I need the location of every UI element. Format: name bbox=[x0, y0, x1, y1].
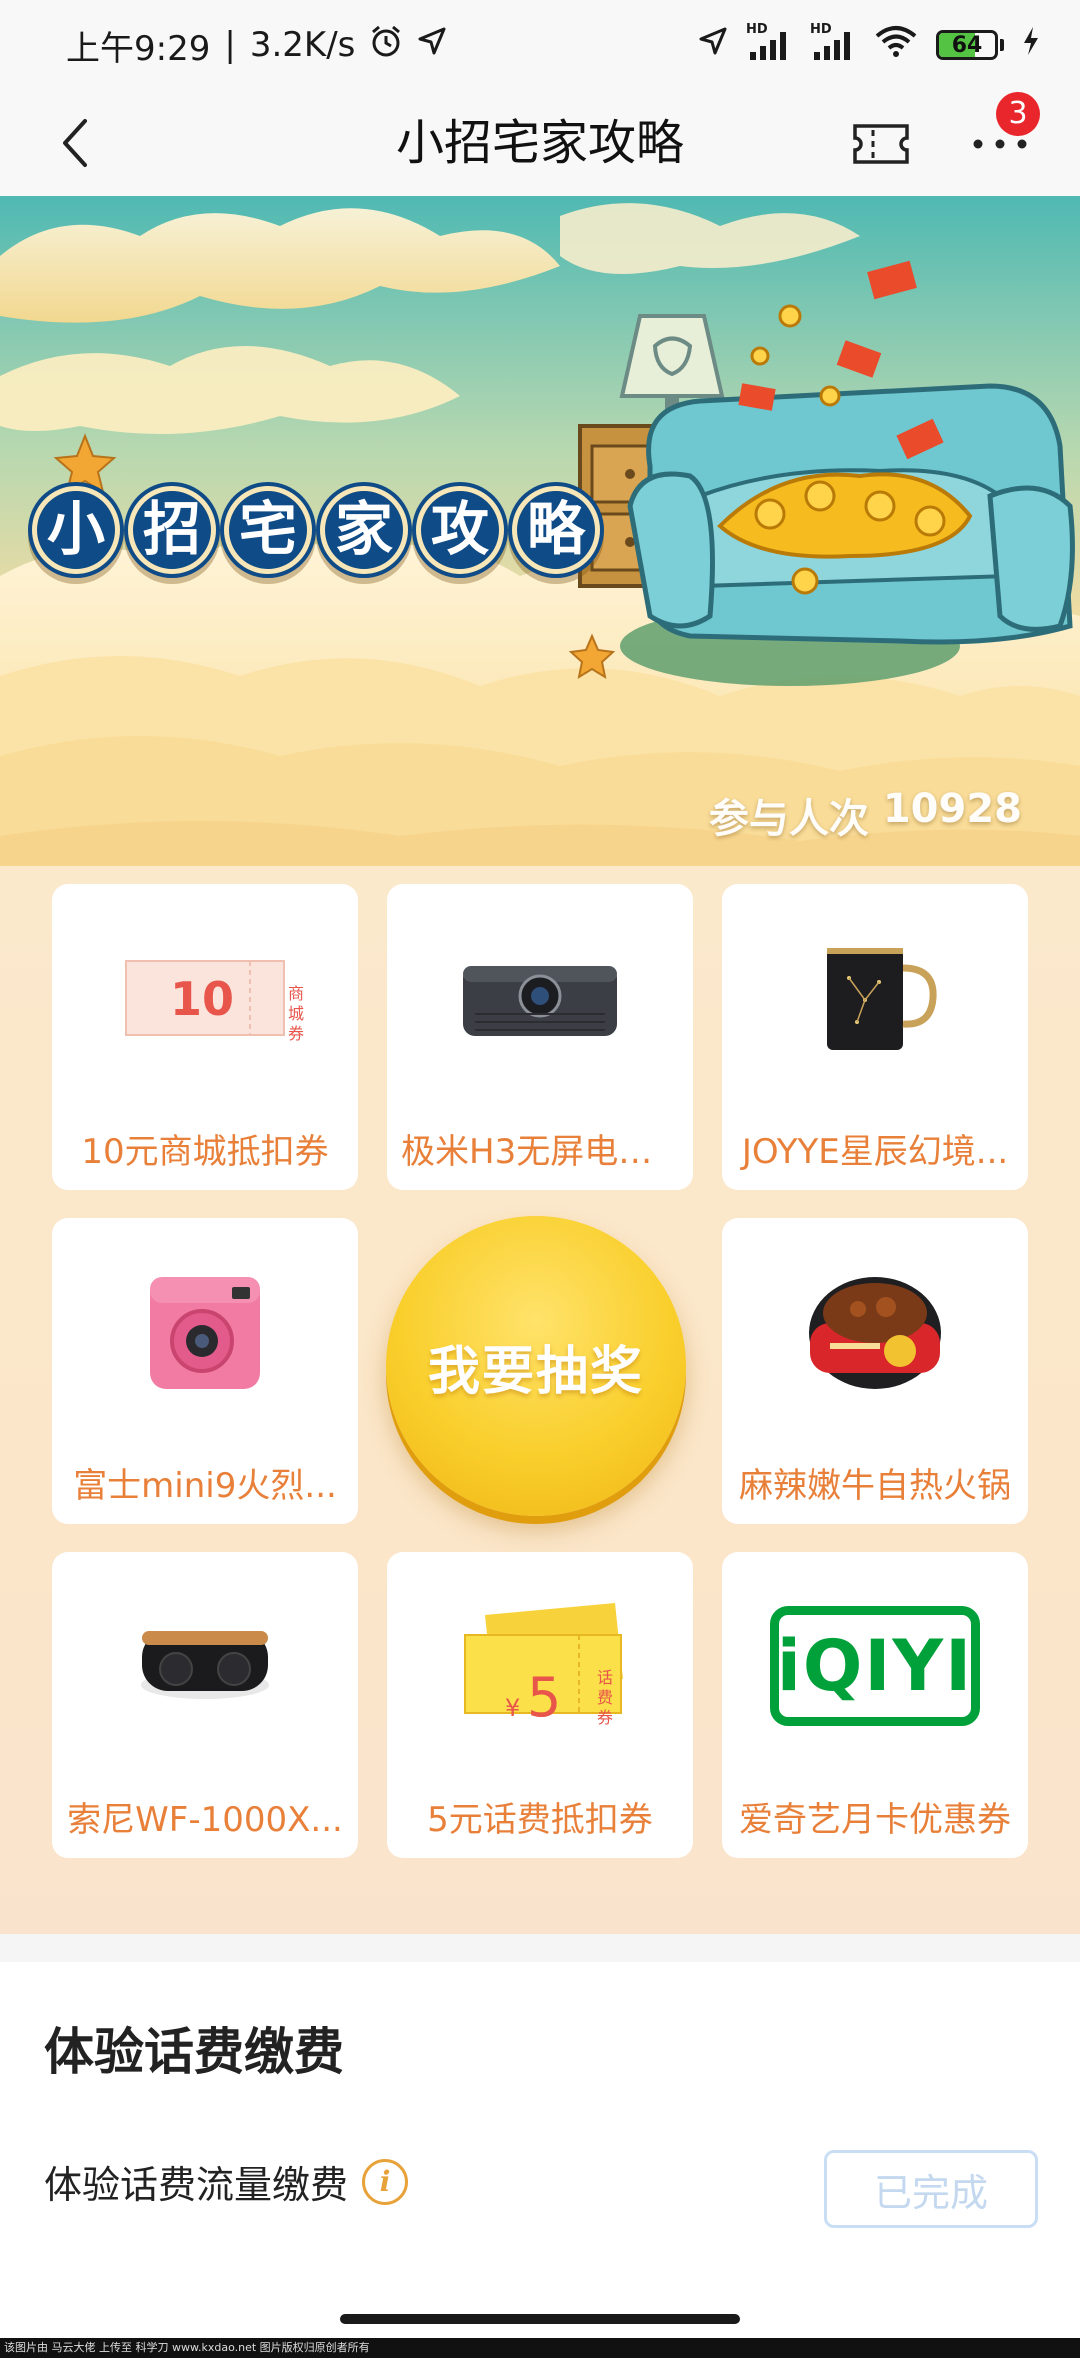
prize-label: 爱奇艺月卡优惠券 bbox=[739, 1800, 1011, 1840]
prize-image bbox=[722, 1262, 1028, 1402]
app-page: 上午9:29 | 3.2K/s HD HD 64 小招宅家攻略 3 小 招 宅 … bbox=[0, 0, 1080, 2358]
iqiyi-logo: iQIYI bbox=[770, 1606, 980, 1726]
navigation-bar: 小招宅家攻略 bbox=[0, 90, 1080, 196]
status-bar: 上午9:29 | 3.2K/s HD HD 64 bbox=[0, 0, 1080, 90]
status-divider: | bbox=[224, 25, 236, 65]
location-arrow-icon bbox=[417, 25, 447, 65]
ticket-button[interactable] bbox=[846, 112, 916, 176]
prize-label: 5元话费抵扣券 bbox=[427, 1800, 653, 1840]
signal-hd-label: HD bbox=[746, 22, 768, 37]
prize-label: 麻辣嫩牛自热火锅 bbox=[739, 1466, 1011, 1506]
more-dots-icon bbox=[973, 139, 1027, 149]
prize-image: iQIYI bbox=[722, 1596, 1028, 1736]
banner-title-char: 宅 bbox=[224, 486, 312, 574]
battery-icon: 64 bbox=[936, 30, 1004, 60]
status-right: HD HD 64 bbox=[698, 22, 1040, 67]
prize-image bbox=[52, 1262, 358, 1402]
instant-camera-icon bbox=[150, 1277, 260, 1389]
prize-image: ¥ 5 话费券 bbox=[387, 1596, 693, 1736]
projector-icon bbox=[463, 966, 617, 1036]
coupon-tag: 商城券 bbox=[288, 984, 305, 1043]
image-watermark: 该图片由 马云大佬 上传至 科学刀 www.kxdao.net 图片版权归原创者… bbox=[0, 2338, 1080, 2358]
back-button[interactable] bbox=[40, 108, 110, 178]
participants-label: 参与人次 bbox=[708, 796, 869, 842]
prize-label: 10元商城抵扣券 bbox=[81, 1132, 329, 1172]
prize-label: 极米H3无屏电视... bbox=[401, 1132, 679, 1172]
coupon-tag: 话费券 bbox=[597, 1668, 614, 1727]
banner-title-char: 略 bbox=[512, 486, 600, 574]
battery-cap bbox=[1000, 39, 1004, 51]
prize-card-earbuds[interactable]: 索尼WF-1000X... bbox=[52, 1552, 358, 1858]
signal-icon: HD bbox=[746, 22, 792, 62]
alarm-icon bbox=[369, 24, 403, 67]
signal-hd-label: HD bbox=[810, 22, 832, 37]
prize-label: JOYYE星辰幻境... bbox=[741, 1132, 1009, 1172]
prize-card-camera[interactable]: 富士mini9火烈... bbox=[52, 1218, 358, 1524]
banner-title-char: 小 bbox=[32, 486, 120, 574]
coupon-value: 5 bbox=[527, 1666, 562, 1729]
prize-card-hotpot[interactable]: 麻辣嫩牛自热火锅 bbox=[722, 1218, 1028, 1524]
charging-bolt-icon bbox=[1022, 25, 1040, 65]
participants-counter: 参与人次 10928 bbox=[709, 786, 1022, 844]
task-row: 体验话费流量缴费 i bbox=[44, 2154, 409, 2209]
task-heading: 体验话费缴费 bbox=[44, 2023, 344, 2081]
chevron-left-icon bbox=[63, 119, 87, 167]
battery-level: 64 bbox=[951, 32, 983, 58]
campaign-banner: 小招宅家攻略 参与人次 10928 bbox=[0, 196, 1080, 926]
wifi-icon bbox=[874, 24, 918, 67]
banner-title: 小招宅家攻略 bbox=[32, 486, 600, 574]
prize-label: 富士mini9火烈... bbox=[73, 1466, 337, 1506]
banner-title-char: 招 bbox=[128, 486, 216, 574]
banner-title-char: 攻 bbox=[416, 486, 504, 574]
participants-count: 10928 bbox=[882, 786, 1022, 832]
ticket-icon bbox=[853, 124, 909, 164]
earbuds-icon bbox=[141, 1631, 269, 1699]
home-indicator[interactable] bbox=[340, 2314, 740, 2324]
status-left: 上午9:29 | 3.2K/s bbox=[66, 21, 447, 70]
task-completed-button[interactable]: 已完成 bbox=[824, 2150, 1038, 2228]
lottery-draw-button[interactable]: 我要抽奖 bbox=[386, 1216, 686, 1516]
prize-card-iqiyi[interactable]: iQIYI 爱奇艺月卡优惠券 bbox=[722, 1552, 1028, 1858]
signal-icon: HD bbox=[810, 22, 856, 62]
prize-image bbox=[722, 928, 1028, 1068]
prize-card-mug[interactable]: JOYYE星辰幻境... bbox=[722, 884, 1028, 1190]
coupon-currency: ¥ bbox=[505, 1694, 521, 1722]
notification-badge: 3 bbox=[996, 92, 1040, 136]
prize-image: 10 商城券 bbox=[52, 928, 358, 1068]
prize-label: 索尼WF-1000X... bbox=[67, 1800, 343, 1840]
battery-body: 64 bbox=[936, 30, 998, 60]
coupon-value: 10 bbox=[170, 972, 235, 1026]
banner-title-char: 家 bbox=[320, 486, 408, 574]
hotpot-box-icon bbox=[809, 1277, 941, 1389]
iqiyi-logo-text: iQIYI bbox=[776, 1625, 974, 1707]
prize-card-projector[interactable]: 极米H3无屏电视... bbox=[387, 884, 693, 1190]
info-icon[interactable]: i bbox=[362, 2158, 409, 2205]
prize-card-mall-coupon[interactable]: 10 商城券 10元商城抵扣券 bbox=[52, 884, 358, 1190]
task-label: 体验话费流量缴费 bbox=[44, 2163, 349, 2207]
prize-image bbox=[387, 928, 693, 1068]
status-time: 上午9:29 bbox=[66, 28, 211, 69]
prize-card-phone-bill-coupon[interactable]: ¥ 5 话费券 5元话费抵扣券 bbox=[387, 1552, 693, 1858]
mug-icon bbox=[827, 948, 937, 1050]
task-section: 体验话费缴费 体验话费流量缴费 i 已完成 bbox=[0, 1962, 1080, 2252]
network-speed: 3.2K/s bbox=[249, 25, 356, 65]
location-arrow-icon bbox=[698, 25, 728, 65]
prize-image bbox=[52, 1596, 358, 1736]
page-title: 小招宅家攻略 bbox=[395, 115, 684, 171]
